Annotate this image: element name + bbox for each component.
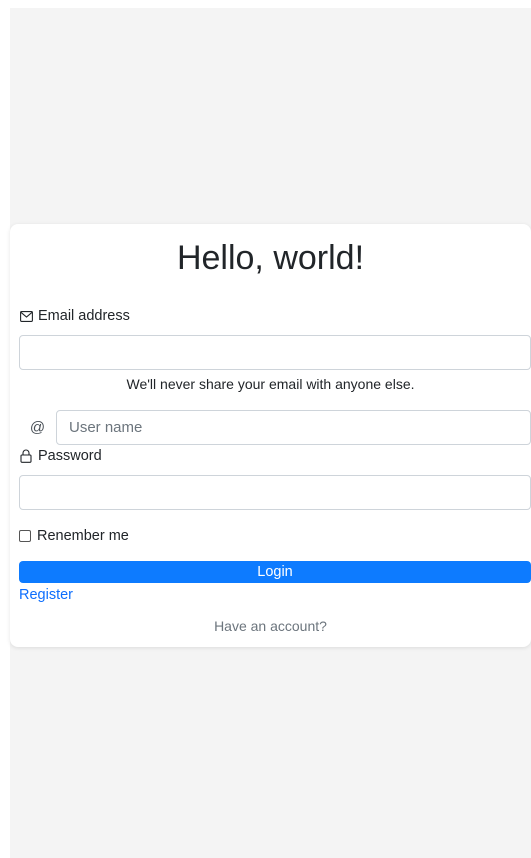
login-button[interactable]: Login [19,561,531,583]
password-label: Password [38,448,102,464]
password-label-row: Password [19,447,102,465]
email-label: Email address [38,308,130,324]
at-sign-prefix: @ [29,419,46,436]
remember-me-label: Renember me [37,528,129,544]
page-background: Hello, world! Email address We'll never … [10,8,531,858]
register-link[interactable]: Register [19,586,73,604]
password-input[interactable] [19,475,531,510]
username-input-group: @ [19,410,531,445]
login-card: Hello, world! Email address We'll never … [10,224,531,647]
email-input[interactable] [19,335,531,370]
email-label-row: Email address [19,307,130,325]
username-input[interactable] [56,410,531,445]
page-title: Hello, world! [176,239,365,277]
have-account-text: Have an account? [214,618,327,634]
remember-me-checkbox[interactable] [19,530,31,542]
envelope-icon [19,309,33,323]
lock-icon [19,449,33,463]
remember-me-row[interactable]: Renember me [19,527,129,545]
email-help-text: We'll never share your email with anyone… [126,376,415,392]
